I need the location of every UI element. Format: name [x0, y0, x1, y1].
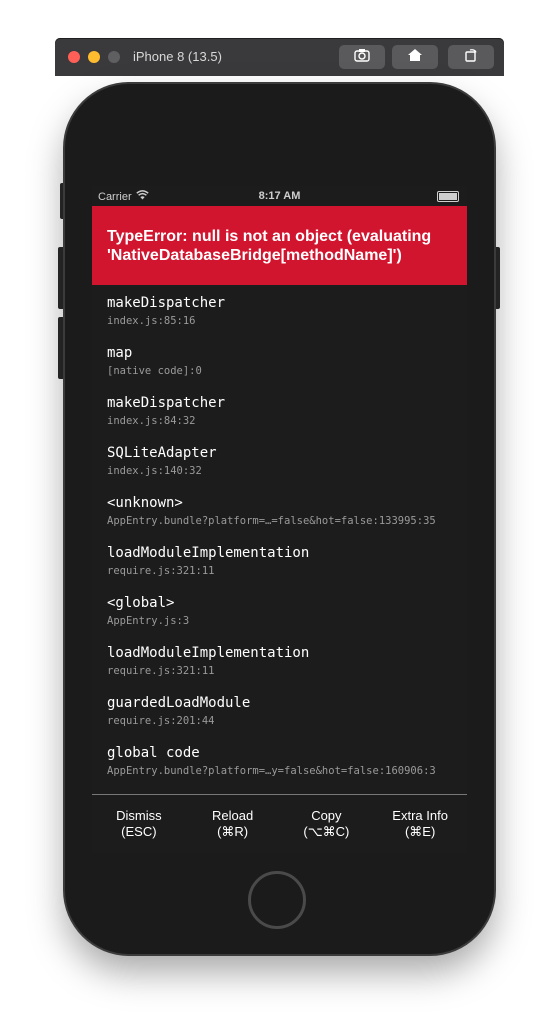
dismiss-shortcut: (ESC)	[121, 824, 157, 839]
simulator-titlebar: iPhone 8 (13.5)	[55, 38, 504, 76]
extra-info-shortcut: (⌘E)	[404, 824, 436, 839]
frame-location: require.js:321:11	[107, 665, 215, 677]
camera-icon	[354, 48, 370, 67]
dismiss-label: Dismiss	[116, 808, 162, 823]
frame-function: global code	[107, 745, 200, 761]
frame-function: makeDispatcher	[107, 295, 226, 311]
frame-location: [native code]:0	[107, 365, 202, 377]
reload-button[interactable]: Reload (⌘R)	[186, 795, 280, 853]
dismiss-button[interactable]: Dismiss (ESC)	[92, 795, 186, 853]
home-button[interactable]	[392, 45, 438, 69]
zoom-window-button[interactable]	[108, 51, 120, 63]
frame-location: index.js:85:16	[107, 315, 196, 327]
frame-location: index.js:140:32	[107, 465, 202, 477]
reload-label: Reload	[212, 808, 254, 823]
stack-frame[interactable]: global code AppEntry.bundle?platform=…y=…	[107, 745, 467, 778]
copy-label: Copy	[311, 808, 342, 823]
power-button	[493, 247, 500, 309]
frame-location: AppEntry.bundle?platform=…=false&hot=fal…	[107, 515, 436, 527]
copy-button[interactable]: Copy (⌥⌘C)	[280, 795, 374, 853]
frame-function: map	[107, 345, 133, 361]
frame-function: loadModuleImplementation	[107, 645, 310, 661]
extra-info-button[interactable]: Extra Info (⌘E)	[373, 795, 467, 853]
frame-function: makeDispatcher	[107, 395, 226, 411]
rotate-button[interactable]	[448, 45, 494, 69]
simulator-title: iPhone 8 (13.5)	[133, 49, 222, 64]
frame-function: <global>	[107, 595, 175, 611]
frame-location: require.js:201:44	[107, 715, 215, 727]
close-window-button[interactable]	[68, 51, 80, 63]
copy-shortcut: (⌥⌘C)	[303, 824, 350, 839]
frame-location: require.js:321:11	[107, 565, 215, 577]
status-time: 8:17 AM	[258, 190, 301, 202]
redbox-footer: Dismiss (ESC) Reload (⌘R) Copy (⌥⌘C) Ext…	[92, 795, 467, 853]
battery-icon	[437, 191, 459, 202]
stack-frame[interactable]: guardedLoadModule require.js:201:44	[107, 695, 467, 728]
stack-frame[interactable]: loadModuleImplementation require.js:321:…	[107, 545, 467, 578]
screenshot-button[interactable]	[339, 45, 385, 69]
error-message: TypeError: null is not an object (evalua…	[92, 206, 467, 285]
device-screen: Carrier 8:17 AM TypeError: null is not a…	[92, 186, 467, 853]
stack-frame[interactable]: loadModuleImplementation require.js:321:…	[107, 645, 467, 678]
minimize-window-button[interactable]	[88, 51, 100, 63]
frame-function: SQLiteAdapter	[107, 445, 217, 461]
device-home-button[interactable]	[248, 871, 306, 929]
stack-frame[interactable]: <global> AppEntry.js:3	[107, 595, 467, 628]
stack-frame[interactable]: makeDispatcher index.js:85:16	[107, 295, 467, 328]
frame-location: AppEntry.bundle?platform=…y=false&hot=fa…	[107, 765, 436, 777]
stack-frame[interactable]: <unknown> AppEntry.bundle?platform=…=fal…	[107, 495, 467, 528]
reload-shortcut: (⌘R)	[217, 824, 249, 839]
home-icon	[407, 48, 423, 67]
frame-location: index.js:84:32	[107, 415, 196, 427]
extra-info-label: Extra Info	[392, 808, 448, 823]
frame-function: guardedLoadModule	[107, 695, 251, 711]
stack-frame[interactable]: SQLiteAdapter index.js:140:32	[107, 445, 467, 478]
rotate-icon	[463, 48, 479, 67]
stack-frame[interactable]: makeDispatcher index.js:84:32	[107, 395, 467, 428]
status-bar: Carrier 8:17 AM	[92, 186, 467, 206]
frame-function: <unknown>	[107, 495, 183, 511]
frame-function: loadModuleImplementation	[107, 545, 310, 561]
stack-frame[interactable]: map [native code]:0	[107, 345, 467, 378]
frame-location: AppEntry.js:3	[107, 615, 190, 627]
